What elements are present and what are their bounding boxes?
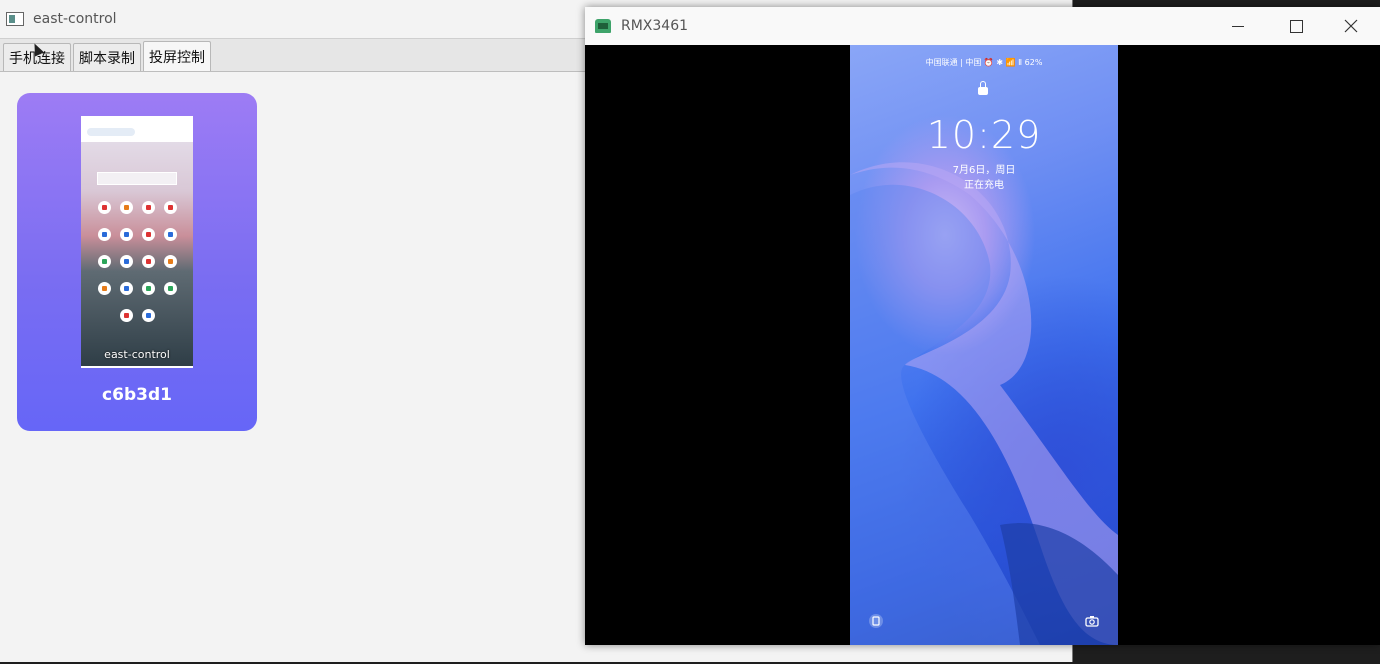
thumb-search-box [97,172,177,185]
thumb-app-icon [142,309,155,322]
thumb-app-icon [142,201,155,214]
thumb-app-icon [142,255,155,268]
thumb-url-pill [87,128,135,136]
camera-shortcut-icon[interactable] [1084,613,1100,629]
thumb-app-icon [164,255,177,268]
thumb-app-icon [120,309,133,322]
mirror-title: RMX3461 [621,18,689,34]
lockscreen-time: 10:29 [926,113,1042,157]
minimize-icon [1232,25,1244,27]
wallet-shortcut-icon[interactable] [868,613,884,629]
maximize-button[interactable] [1267,7,1325,45]
lock-icon [978,81,988,95]
close-icon [1344,19,1358,33]
mirror-window: RMX3461 中国联通 | 中国 ⏰ ✱ 📶 Ⅱ 62% 10:29 7月6日… [585,7,1380,645]
thumb-app-icon [98,228,111,241]
thumb-app-icon [98,282,111,295]
thumb-app-icon [98,255,111,268]
device-card[interactable]: east-control c6b3d1 [17,93,257,431]
wallpaper-wave [850,162,1118,645]
phone-status-bar: 中国联通 | 中国 ⏰ ✱ 📶 Ⅱ 62% [925,58,1043,67]
phone-screen[interactable]: 中国联通 | 中国 ⏰ ✱ 📶 Ⅱ 62% 10:29 7月6日，周日 正在充电 [850,45,1118,645]
maximize-icon [1289,19,1303,33]
device-name: c6b3d1 [102,385,172,405]
close-button[interactable] [1322,7,1380,45]
thumb-app-icon [142,282,155,295]
mirror-titlebar[interactable]: RMX3461 [585,7,1380,45]
app-title: east-control [33,11,117,27]
device-screen-thumbnail[interactable]: east-control [81,116,193,368]
thumb-app-icon [98,201,111,214]
android-icon [595,19,611,33]
thumb-app-icon [164,228,177,241]
thumb-app-icon [120,282,133,295]
thumb-app-icon [142,228,155,241]
app-window-icon [6,12,24,26]
thumb-app-icon [164,282,177,295]
charging-status: 正在充电 [964,180,1004,191]
thumb-url-bar [81,122,193,142]
tab-screen-control[interactable]: 投屏控制 [143,41,211,71]
thumb-app-icon [164,201,177,214]
thumbnail-label: east-control [104,348,170,361]
lockscreen-date: 7月6日，周日 [952,165,1016,176]
tab-script-record[interactable]: 脚本录制 [73,43,141,71]
thumb-app-icon [120,228,133,241]
thumb-app-icon [120,255,133,268]
thumb-app-icon [120,201,133,214]
minimize-button[interactable] [1209,7,1267,45]
thumb-app-grid [95,201,183,322]
